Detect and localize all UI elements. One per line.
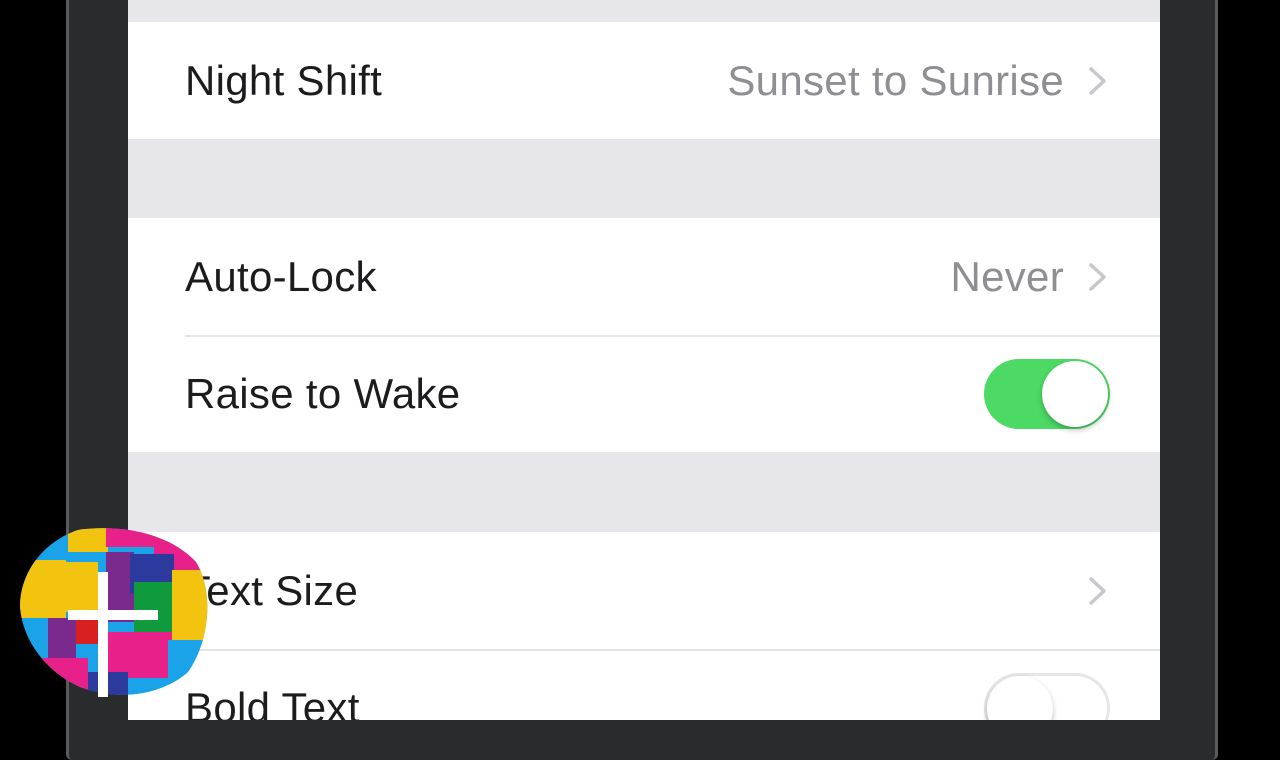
channel-logo	[20, 528, 208, 697]
section-gap	[128, 139, 1160, 218]
lock-group: Auto-Lock Never Raise to Wake	[128, 218, 1160, 452]
night-shift-value: Sunset to Sunrise	[727, 56, 1064, 104]
chevron-right-icon	[1089, 576, 1106, 605]
auto-lock-row[interactable]: Auto-Lock Never	[128, 218, 1160, 335]
text-group: Text Size Bold Text	[128, 532, 1160, 720]
raise-to-wake-row: Raise to Wake	[128, 335, 1160, 452]
chevron-right-icon	[1089, 262, 1106, 291]
auto-lock-value: Never	[950, 252, 1064, 300]
section-gap	[128, 0, 1160, 22]
bold-text-row: Bold Text	[128, 649, 1160, 720]
section-gap	[128, 452, 1160, 532]
raise-to-wake-label: Raise to Wake	[185, 369, 461, 417]
toggle-knob	[987, 675, 1053, 720]
text-size-row[interactable]: Text Size	[128, 532, 1160, 649]
bold-text-label: Bold Text	[185, 683, 360, 721]
night-shift-group: Night Shift Sunset to Sunrise	[128, 22, 1160, 139]
night-shift-label: Night Shift	[185, 56, 383, 104]
settings-screen: Night Shift Sunset to Sunrise Auto-Lock …	[128, 0, 1160, 720]
bold-text-toggle[interactable]	[984, 672, 1110, 720]
chevron-right-icon	[1089, 66, 1106, 95]
text-size-label: Text Size	[185, 566, 359, 614]
auto-lock-label: Auto-Lock	[185, 252, 377, 300]
raise-to-wake-toggle[interactable]	[984, 358, 1110, 429]
night-shift-row[interactable]: Night Shift Sunset to Sunrise	[128, 22, 1160, 139]
toggle-knob	[1042, 360, 1108, 427]
